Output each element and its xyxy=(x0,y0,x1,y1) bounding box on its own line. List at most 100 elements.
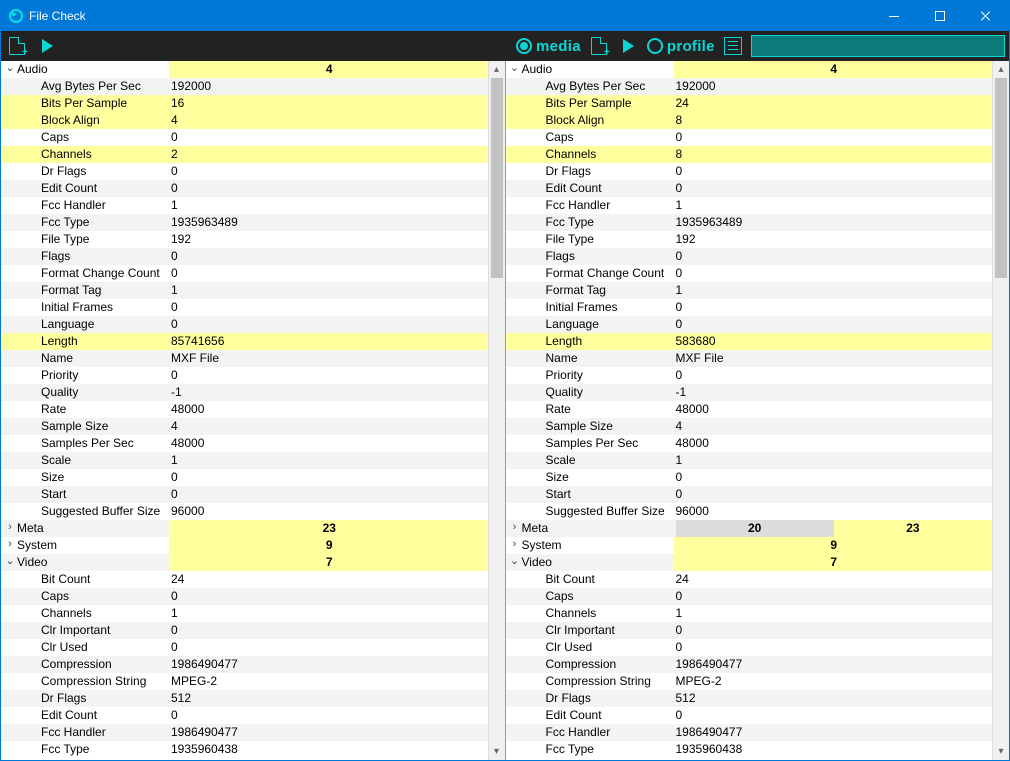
property-row[interactable]: Format Tag1 xyxy=(506,282,993,299)
maximize-button[interactable] xyxy=(917,1,963,31)
property-row[interactable]: Length583680 xyxy=(506,333,993,350)
property-row[interactable]: Quality-1 xyxy=(506,384,993,401)
scroll-down-button[interactable]: ▾ xyxy=(993,743,1009,760)
property-row[interactable]: Start0 xyxy=(1,486,488,503)
property-row[interactable]: Bits Per Sample16 xyxy=(1,95,488,112)
property-row[interactable]: Fcc Type1935963489 xyxy=(506,214,993,231)
property-row[interactable]: Rate48000 xyxy=(1,401,488,418)
property-row[interactable]: Sample Size4 xyxy=(1,418,488,435)
property-row[interactable]: Flags0 xyxy=(1,248,488,265)
property-row[interactable]: Clr Important0 xyxy=(506,622,993,639)
group-row[interactable]: ›System9 xyxy=(1,537,488,554)
property-row[interactable]: Bit Count24 xyxy=(1,571,488,588)
new-file-right-button[interactable] xyxy=(587,34,611,58)
collapse-icon[interactable]: ⌄ xyxy=(508,61,522,77)
property-row[interactable]: Size0 xyxy=(1,469,488,486)
property-row[interactable]: Samples Per Sec48000 xyxy=(506,435,993,452)
scroll-up-button[interactable]: ▴ xyxy=(993,61,1009,78)
property-row[interactable]: Format Change Count0 xyxy=(506,265,993,282)
scroll-up-button[interactable]: ▴ xyxy=(489,61,505,78)
property-row[interactable]: Fcc Handler1 xyxy=(1,197,488,214)
property-row[interactable]: Block Align4 xyxy=(1,112,488,129)
property-row[interactable]: Suggested Buffer Size96000 xyxy=(1,503,488,520)
property-row[interactable]: Compression1986490477 xyxy=(506,656,993,673)
group-row[interactable]: ⌄Audio4 xyxy=(506,61,993,78)
property-row[interactable]: NameMXF File xyxy=(506,350,993,367)
profile-radio[interactable]: profile xyxy=(647,38,715,55)
property-row[interactable]: Edit Count0 xyxy=(506,180,993,197)
group-row[interactable]: ›System9 xyxy=(506,537,993,554)
property-row[interactable]: Edit Count0 xyxy=(1,707,488,724)
property-row[interactable]: Clr Important0 xyxy=(1,622,488,639)
property-row[interactable]: Caps0 xyxy=(1,129,488,146)
property-row[interactable]: Channels2 xyxy=(1,146,488,163)
property-row[interactable]: Caps0 xyxy=(1,588,488,605)
property-row[interactable]: Bits Per Sample24 xyxy=(506,95,993,112)
property-row[interactable]: Start0 xyxy=(506,486,993,503)
property-row[interactable]: Caps0 xyxy=(506,129,993,146)
play-left-button[interactable] xyxy=(35,34,59,58)
property-row[interactable]: Scale1 xyxy=(506,452,993,469)
group-row[interactable]: ⌄Audio4 xyxy=(1,61,488,78)
property-row[interactable]: Language0 xyxy=(1,316,488,333)
close-button[interactable] xyxy=(963,1,1009,31)
property-row[interactable]: Edit Count0 xyxy=(506,707,993,724)
property-row[interactable]: File Type192 xyxy=(1,231,488,248)
property-row[interactable]: Suggested Buffer Size96000 xyxy=(506,503,993,520)
property-row[interactable]: Sample Size4 xyxy=(506,418,993,435)
collapse-icon[interactable]: ⌄ xyxy=(3,61,17,77)
list-button[interactable] xyxy=(721,34,745,58)
property-row[interactable]: Fcc Type1935963489 xyxy=(1,214,488,231)
property-row[interactable]: Compression1986490477 xyxy=(1,656,488,673)
expand-icon[interactable]: › xyxy=(508,537,522,553)
property-row[interactable]: Clr Used0 xyxy=(506,639,993,656)
group-row[interactable]: ⌄Video7 xyxy=(506,554,993,571)
property-row[interactable]: Priority0 xyxy=(506,367,993,384)
right-grid[interactable]: ⌄Audio4Avg Bytes Per Sec192000Bits Per S… xyxy=(506,61,993,760)
property-row[interactable]: Quality-1 xyxy=(1,384,488,401)
property-row[interactable]: Initial Frames0 xyxy=(1,299,488,316)
property-row[interactable]: Fcc Handler1986490477 xyxy=(1,724,488,741)
property-row[interactable]: Initial Frames0 xyxy=(506,299,993,316)
expand-icon[interactable]: › xyxy=(508,520,522,536)
property-row[interactable]: Language0 xyxy=(506,316,993,333)
expand-icon[interactable]: › xyxy=(3,520,17,536)
property-row[interactable]: Dr Flags512 xyxy=(1,690,488,707)
scroll-thumb[interactable] xyxy=(995,78,1007,278)
property-row[interactable]: Channels1 xyxy=(506,605,993,622)
property-row[interactable]: Channels1 xyxy=(1,605,488,622)
new-file-left-button[interactable] xyxy=(5,34,29,58)
property-row[interactable]: Length85741656 xyxy=(1,333,488,350)
group-row[interactable]: ⌄Video7 xyxy=(1,554,488,571)
expand-icon[interactable]: › xyxy=(3,537,17,553)
property-row[interactable]: Format Tag1 xyxy=(1,282,488,299)
property-row[interactable]: Flags0 xyxy=(506,248,993,265)
property-row[interactable]: Fcc Handler1 xyxy=(506,197,993,214)
property-row[interactable]: Bit Count24 xyxy=(506,571,993,588)
property-row[interactable]: File Type192 xyxy=(506,231,993,248)
right-scrollbar[interactable]: ▴ ▾ xyxy=(992,61,1009,760)
property-row[interactable]: Rate48000 xyxy=(506,401,993,418)
property-row[interactable]: Dr Flags512 xyxy=(506,690,993,707)
property-row[interactable]: Compression StringMPEG-2 xyxy=(506,673,993,690)
property-row[interactable]: Fcc Type1935960438 xyxy=(506,741,993,758)
property-row[interactable]: Dr Flags0 xyxy=(506,163,993,180)
scroll-down-button[interactable]: ▾ xyxy=(489,743,505,760)
group-row[interactable]: ›Meta23 xyxy=(1,520,488,537)
group-row[interactable]: ›Meta2023 xyxy=(506,520,993,537)
property-row[interactable]: Priority0 xyxy=(1,367,488,384)
scroll-thumb[interactable] xyxy=(491,78,503,278)
property-row[interactable]: Block Align8 xyxy=(506,112,993,129)
search-input[interactable] xyxy=(751,35,1005,57)
property-row[interactable]: Scale1 xyxy=(1,452,488,469)
property-row[interactable]: Samples Per Sec48000 xyxy=(1,435,488,452)
left-grid[interactable]: ⌄Audio4Avg Bytes Per Sec192000Bits Per S… xyxy=(1,61,488,760)
property-row[interactable]: Channels8 xyxy=(506,146,993,163)
minimize-button[interactable] xyxy=(871,1,917,31)
property-row[interactable]: Dr Flags0 xyxy=(1,163,488,180)
property-row[interactable]: Avg Bytes Per Sec192000 xyxy=(1,78,488,95)
property-row[interactable]: Fcc Handler1986490477 xyxy=(506,724,993,741)
property-row[interactable]: Caps0 xyxy=(506,588,993,605)
collapse-icon[interactable]: ⌄ xyxy=(508,554,522,570)
property-row[interactable]: Format Change Count0 xyxy=(1,265,488,282)
